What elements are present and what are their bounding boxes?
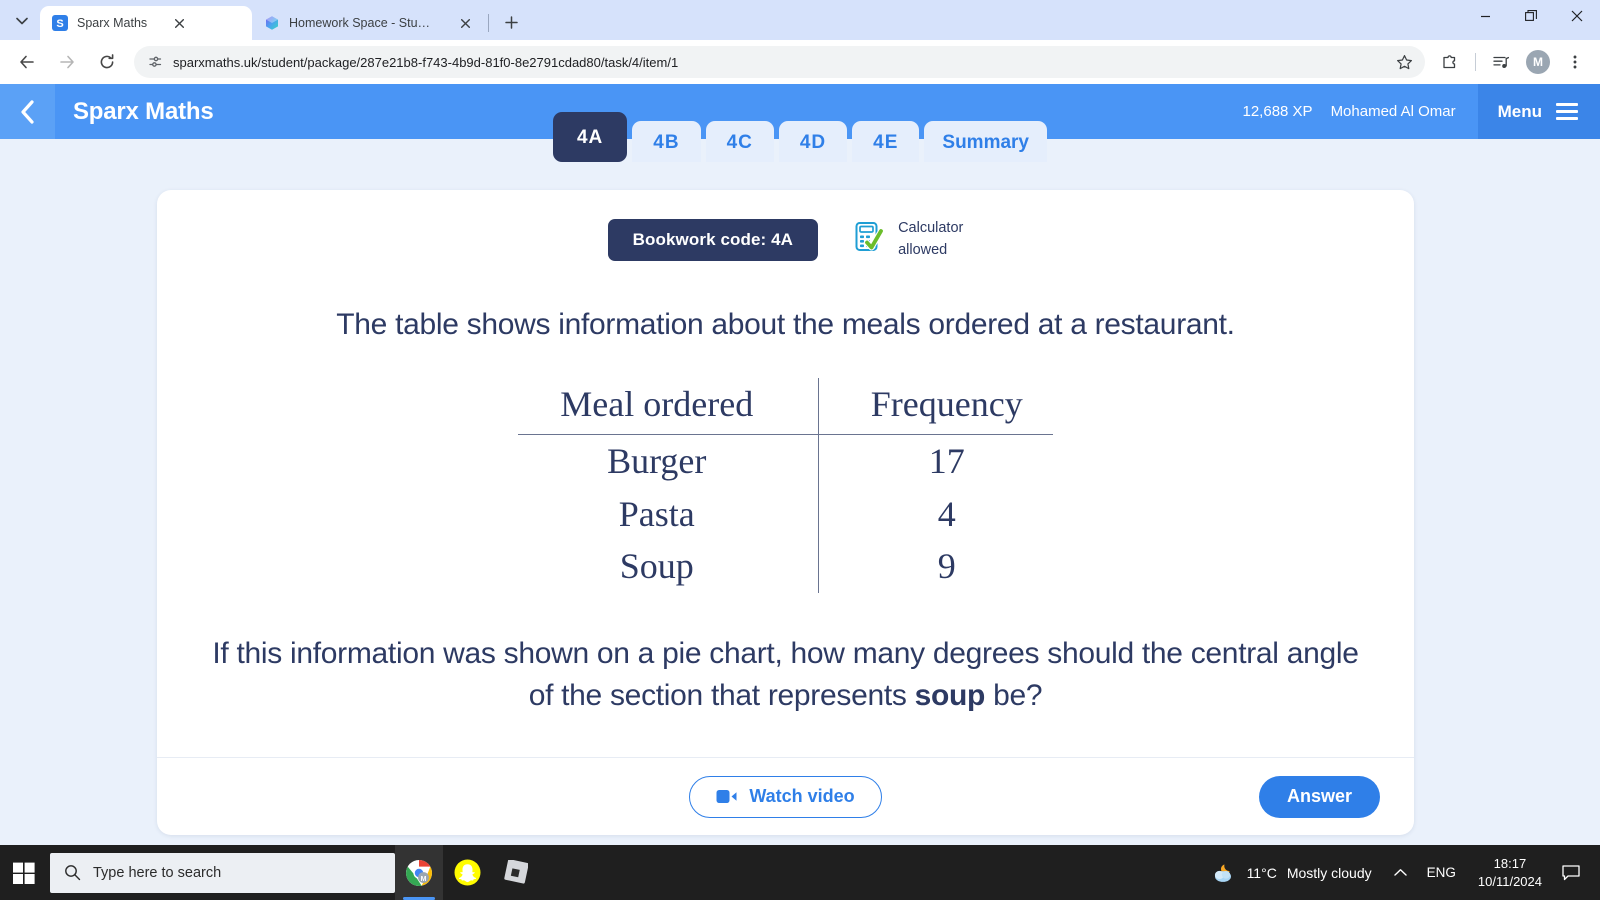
snapchat-icon[interactable] [443, 845, 491, 900]
watch-video-button[interactable]: Watch video [689, 775, 882, 818]
search-placeholder: Type here to search [93, 864, 222, 881]
reload-icon[interactable] [91, 46, 123, 78]
watch-video-label: Watch video [749, 786, 855, 806]
chrome-icon[interactable]: M [395, 845, 443, 900]
tab-4e[interactable]: 4E [852, 121, 920, 162]
table-row: Burger 17 [518, 434, 1053, 488]
table-cell-frequency: 4 [937, 493, 956, 534]
question-card: Bookwork code: 4A Calculator allowed The… [157, 190, 1414, 835]
table-cell-frequency: 17 [928, 440, 965, 481]
question-text-part1: If this information was shown on a pie c… [212, 636, 1359, 713]
window-controls [1462, 0, 1600, 40]
table-row: Soup 9 [518, 540, 1053, 593]
site-settings-icon[interactable] [147, 54, 163, 70]
table-cell-meal: Soup [518, 540, 819, 593]
page-viewport: Sparx Maths 12,688 XP Mohamed Al Omar Me… [0, 84, 1600, 845]
media-control-icon[interactable] [1486, 47, 1516, 77]
studyx-cube-icon [264, 15, 280, 31]
table-header-frequency: Frequency [870, 384, 1023, 425]
close-icon[interactable] [1554, 0, 1600, 32]
frequency-table-wrapper: Meal ordered Frequency Burger 17 Pasta 4… [191, 378, 1380, 593]
calculator-line-2: allowed [898, 241, 948, 258]
card-footer: Watch video Answer [157, 757, 1414, 835]
close-icon[interactable] [457, 14, 474, 32]
card-top-row: Bookwork code: 4A Calculator allowed [191, 218, 1380, 261]
svg-text:M: M [421, 876, 427, 883]
profile-avatar[interactable]: M [1526, 50, 1550, 74]
sparx-s-icon: S [52, 15, 68, 31]
tab-4a[interactable]: 4A [552, 112, 628, 162]
tab-divider [488, 14, 489, 32]
tab-4b[interactable]: 4B [632, 121, 701, 162]
chevron-up-icon[interactable] [1384, 868, 1417, 877]
table-header-meal: Meal ordered [518, 378, 819, 435]
question-emphasis: soup [914, 679, 986, 713]
answer-button[interactable]: Answer [1258, 775, 1380, 818]
night-cloudy-icon [1211, 862, 1237, 884]
question-tabs: 4A 4B 4C 4D 4E Summary [0, 112, 1600, 162]
question-text: If this information was shown on a pie c… [191, 633, 1380, 718]
browser-tab[interactable]: S Sparx Maths [40, 6, 252, 40]
tab-4c[interactable]: 4C [705, 121, 774, 162]
weather-condition: Mostly cloudy [1286, 864, 1372, 881]
calculator-line-1: Calculator [898, 220, 964, 237]
weather-temperature: 11°C [1246, 864, 1277, 881]
clock-date: 10/11/2024 [1477, 873, 1542, 889]
clock[interactable]: 18:17 10/11/2024 [1466, 855, 1554, 890]
minimize-icon[interactable] [1462, 0, 1508, 32]
windows-start-icon[interactable] [0, 845, 48, 900]
close-icon[interactable] [170, 14, 188, 32]
table-row: Pasta 4 [518, 487, 1053, 541]
svg-text:S: S [56, 18, 63, 30]
roblox-icon[interactable] [491, 845, 539, 900]
browser-tab-strip: S Sparx Maths Homework Space - StudyX [0, 0, 1600, 40]
calculator-allowed-group: Calculator allowed [848, 218, 963, 261]
calculator-allowed-label: Calculator allowed [898, 218, 963, 260]
frequency-table: Meal ordered Frequency Burger 17 Pasta 4… [518, 378, 1053, 593]
table-cell-meal: Burger [518, 434, 819, 488]
tab-summary[interactable]: Summary [924, 121, 1048, 162]
question-text-part2: be? [985, 679, 1043, 713]
windows-taskbar: Type here to search M 11°C Mostly cloudy… [0, 845, 1600, 900]
intro-text: The table shows information about the me… [336, 308, 1235, 341]
video-camera-icon [716, 789, 738, 804]
notification-bubble-icon[interactable] [1554, 864, 1592, 881]
system-tray: 11°C Mostly cloudy ENG 18:17 10/11/2024 [1199, 845, 1600, 900]
browser-tab-title: Sparx Maths [77, 16, 148, 30]
weather-widget[interactable]: 11°C Mostly cloudy [1199, 862, 1384, 884]
tab-search-icon[interactable] [8, 7, 36, 35]
search-input[interactable]: Type here to search [50, 852, 395, 893]
table-cell-frequency: 9 [937, 546, 956, 587]
back-arrow-icon[interactable] [11, 46, 43, 78]
url-text: sparxmaths.uk/student/package/287e21b8-f… [173, 54, 679, 70]
browser-window: S Sparx Maths Homework Space - StudyX sp… [0, 0, 1600, 845]
chrome-menu-icon[interactable] [1560, 47, 1590, 77]
restore-icon[interactable] [1508, 0, 1554, 32]
language-indicator[interactable]: ENG [1417, 865, 1466, 880]
forward-arrow-icon [51, 46, 83, 78]
magnifier-icon [64, 864, 81, 881]
table-header-row: Meal ordered Frequency [518, 378, 1053, 435]
address-bar[interactable]: sparxmaths.uk/student/package/287e21b8-f… [134, 46, 1425, 78]
calculator-check-icon [848, 218, 886, 261]
browser-tab-title: Homework Space - StudyX [289, 16, 434, 30]
tab-4d[interactable]: 4D [778, 121, 848, 162]
extensions-puzzle-icon[interactable] [1435, 47, 1465, 77]
browser-tab[interactable]: Homework Space - StudyX [252, 6, 484, 40]
toolbar-divider [1475, 53, 1476, 71]
bookmark-star-icon[interactable] [1396, 54, 1413, 71]
clock-time: 18:17 [1493, 855, 1527, 871]
new-tab-button[interactable] [497, 8, 525, 36]
table-cell-meal: Pasta [518, 487, 819, 541]
browser-toolbar: sparxmaths.uk/student/package/287e21b8-f… [0, 40, 1600, 84]
bookwork-code-badge: Bookwork code: 4A [607, 218, 819, 261]
